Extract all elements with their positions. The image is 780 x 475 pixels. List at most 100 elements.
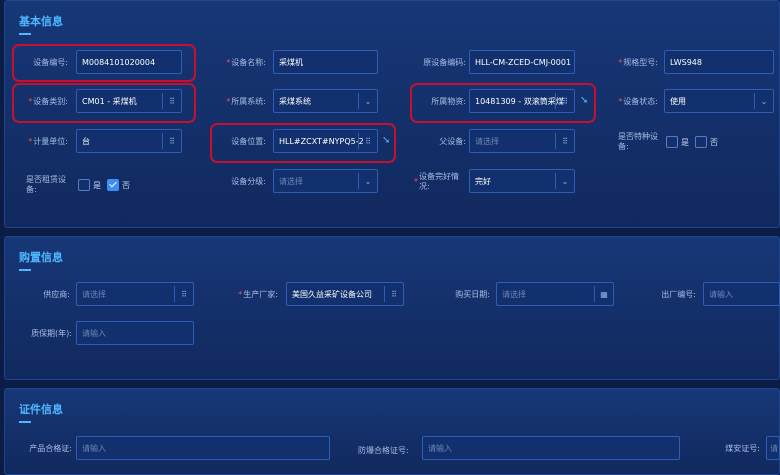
field-system: * 所属系统: 采煤系统 ⌄ — [200, 89, 380, 115]
jump-arrow-icon[interactable]: ➘ — [580, 95, 588, 106]
category-value: CM01 - 采煤机 — [82, 96, 137, 106]
section-title-underline — [19, 269, 31, 271]
section-title-basic: 基本信息 — [19, 15, 63, 28]
field-buy-date: 购买日期: 请选择 ▦ — [420, 282, 620, 308]
section-title-underline — [19, 421, 31, 423]
unit-label: 计量单位: — [33, 137, 68, 146]
explosion-cert-input[interactable]: 请输入 — [422, 436, 680, 460]
grade-label: 设备分级: — [231, 177, 266, 186]
special-label: 是否特种设备: — [618, 132, 658, 151]
manufacturer-select[interactable]: 美国久益采矿设备公司 ⠿ — [286, 282, 404, 306]
parent-label: 父设备: — [439, 137, 466, 146]
unit-select[interactable]: 台 ⠿ — [76, 129, 182, 153]
search-select-icon[interactable]: ⠿ — [358, 133, 377, 149]
field-orig-code: 原设备编码: HLL-CM-ZCED-CMJ-0001 — [400, 50, 580, 76]
condition-label: 设备完好情况: — [419, 172, 459, 191]
warranty-input[interactable]: 请输入 — [76, 321, 194, 345]
field-parent: 父设备: 请选择 ⠿ — [400, 129, 580, 155]
material-value: 10481309 - 双滚筒采煤 — [475, 96, 564, 106]
field-product-cert: 产品合格证: 请输入 — [0, 436, 340, 462]
leased-yes-checkbox[interactable] — [78, 179, 90, 191]
leased-checkbox-group: 是 否 — [76, 172, 134, 198]
category-select[interactable]: CM01 - 采煤机 ⠿ — [76, 89, 182, 113]
field-condition: * 设备完好情况: 完好 ⌄ — [400, 169, 580, 195]
field-status: * 设备状态: 使用 ⌄ — [598, 89, 780, 115]
material-select[interactable]: 10481309 - 双滚筒采煤 ⠿ — [469, 89, 575, 113]
chevron-down-icon[interactable]: ⌄ — [358, 93, 377, 109]
chevron-down-icon[interactable]: ⌄ — [754, 93, 773, 109]
device-no-input[interactable]: M0084101020004 — [76, 50, 182, 74]
device-name-label: 设备名称: — [231, 58, 266, 67]
section-title-cert: 证件信息 — [19, 403, 63, 416]
system-label: 所属系统: — [231, 97, 266, 106]
buy-date-picker[interactable]: 请选择 ▦ — [496, 282, 614, 306]
device-name-input[interactable]: 采煤机 — [273, 50, 378, 74]
manufacturer-label: 生产厂家: — [243, 290, 278, 299]
supplier-placeholder: 请选择 — [82, 289, 106, 299]
leased-no-checkbox[interactable] — [107, 179, 119, 191]
field-grade: 设备分级: 请选择 ⌄ — [200, 169, 380, 195]
product-cert-input[interactable]: 请输入 — [76, 436, 330, 460]
jump-arrow-icon[interactable]: ➘ — [382, 135, 390, 146]
special-yes-checkbox[interactable] — [666, 136, 678, 148]
field-warranty: 质保期(年): 请输入 — [0, 321, 200, 347]
field-factory-no: 出厂编号: 请输入 — [630, 282, 780, 308]
category-label: 设备类别: — [33, 97, 68, 106]
field-leased: 是否租赁设备: 是 否 — [0, 172, 200, 198]
supplier-label: 供应商: — [43, 290, 70, 299]
field-device-no: 设备编号: M0084101020004 — [0, 50, 200, 76]
location-select[interactable]: HLL#ZCXT#NYPQ5-2 ⠿ — [273, 129, 378, 153]
supplier-select[interactable]: 请选择 ⠿ — [76, 282, 194, 306]
section-title-underline — [19, 33, 31, 35]
search-select-icon[interactable]: ⠿ — [174, 286, 193, 302]
grade-select[interactable]: 请选择 ⌄ — [273, 169, 378, 193]
field-manufacturer: * 生产厂家: 美国久益采矿设备公司 ⠿ — [210, 282, 410, 308]
calendar-icon[interactable]: ▦ — [594, 286, 613, 302]
location-label: 设备位置: — [231, 137, 266, 146]
status-select[interactable]: 使用 ⌄ — [664, 89, 774, 113]
field-category: * 设备类别: CM01 - 采煤机 ⠿ — [0, 89, 200, 115]
special-yes-label: 是 — [681, 137, 689, 147]
system-select[interactable]: 采煤系统 ⌄ — [273, 89, 378, 113]
field-material: 所属物资: 10481309 - 双滚筒采煤 ⠿ ➘ — [400, 89, 600, 115]
warranty-label: 质保期(年): — [31, 329, 72, 338]
status-value: 使用 — [670, 96, 686, 106]
condition-value: 完好 — [475, 176, 491, 186]
search-select-icon[interactable]: ⠿ — [555, 133, 574, 149]
leased-no-label: 否 — [122, 180, 130, 190]
field-supplier: 供应商: 请选择 ⠿ — [0, 282, 200, 308]
search-select-icon[interactable]: ⠿ — [162, 93, 181, 109]
field-special: 是否特种设备: 是 否 — [598, 129, 780, 155]
condition-select[interactable]: 完好 ⌄ — [469, 169, 575, 193]
field-unit: * 计量单位: 台 ⠿ — [0, 129, 200, 155]
orig-code-input[interactable]: HLL-CM-ZCED-CMJ-0001 — [469, 50, 575, 74]
factory-no-label: 出厂编号: — [661, 290, 696, 299]
model-label: 规格型号: — [623, 58, 658, 67]
section-title-purchase: 购置信息 — [19, 251, 63, 264]
parent-select[interactable]: 请选择 ⠿ — [469, 129, 575, 153]
coal-safety-input[interactable]: 请 — [766, 436, 780, 460]
manufacturer-value: 美国久益采矿设备公司 — [292, 289, 372, 299]
special-no-label: 否 — [710, 137, 718, 147]
device-no-label: 设备编号: — [33, 58, 68, 67]
buy-date-label: 购买日期: — [455, 290, 490, 299]
chevron-down-icon[interactable]: ⌄ — [555, 173, 574, 189]
special-no-checkbox[interactable] — [695, 136, 707, 148]
search-select-icon[interactable]: ⠿ — [555, 93, 574, 109]
factory-no-input[interactable]: 请输入 — [703, 282, 780, 306]
location-value: HLL#ZCXT#NYPQ5-2 — [279, 136, 364, 146]
field-device-name: * 设备名称: 采煤机 — [200, 50, 380, 76]
field-location: 设备位置: HLL#ZCXT#NYPQ5-2 ⠿ ➘ — [200, 129, 400, 155]
buy-date-placeholder: 请选择 — [502, 289, 526, 299]
search-select-icon[interactable]: ⠿ — [384, 286, 403, 302]
product-cert-label: 产品合格证: — [29, 444, 72, 453]
grade-placeholder: 请选择 — [279, 176, 303, 186]
unit-value: 台 — [82, 136, 90, 146]
search-select-icon[interactable]: ⠿ — [162, 133, 181, 149]
system-value: 采煤系统 — [279, 96, 311, 106]
status-label: 设备状态: — [623, 97, 658, 106]
chevron-down-icon[interactable]: ⌄ — [358, 173, 377, 189]
field-explosion-cert: 防爆合格证号: 请输入 — [350, 436, 680, 462]
parent-placeholder: 请选择 — [475, 136, 499, 146]
model-input[interactable]: LWS948 — [664, 50, 774, 74]
